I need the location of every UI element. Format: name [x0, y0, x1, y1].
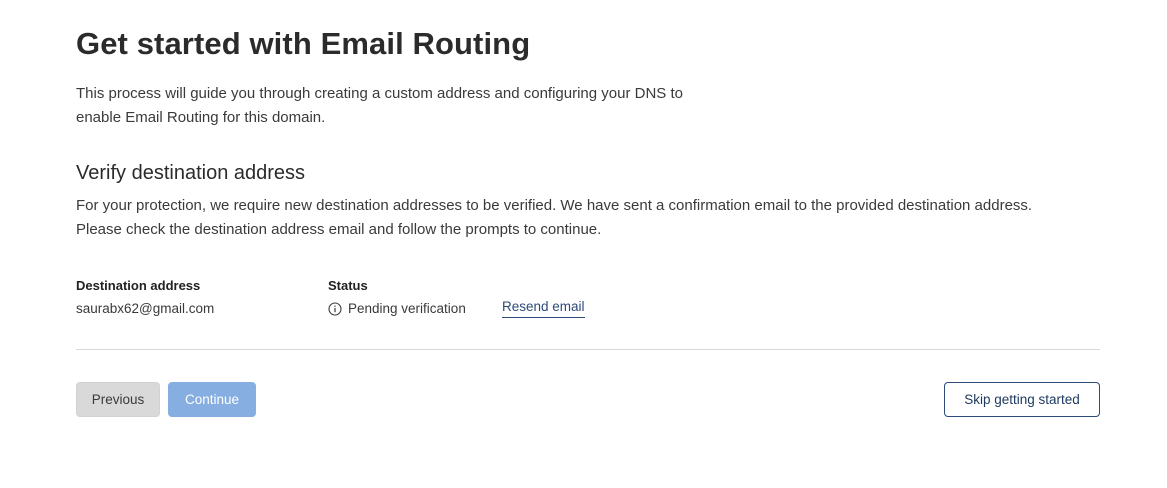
intro-line-2: enable Email Routing for this domain. — [76, 109, 326, 126]
divider — [76, 349, 1100, 350]
destination-address-label: Destination address — [76, 278, 201, 293]
verify-section-description: For your protection, we require new dest… — [76, 194, 1106, 242]
intro-line-1: This process will guide you through crea… — [76, 85, 683, 102]
status-label: Status — [328, 278, 368, 293]
page-title: Get started with Email Routing — [76, 26, 531, 61]
status-field: Status Pending verification — [328, 278, 466, 318]
destination-address-value: saurabx62@gmail.com — [76, 301, 215, 316]
verify-section-heading: Verify destination address — [76, 162, 306, 184]
status-value-row: Pending verification — [328, 300, 466, 318]
verify-desc-line-1: For your protection, we require new dest… — [76, 197, 1033, 214]
intro-text: This process will guide you through crea… — [76, 82, 736, 130]
continue-button[interactable]: Continue — [168, 382, 256, 417]
info-circle-icon — [328, 302, 342, 316]
status-value: Pending verification — [348, 301, 466, 316]
skip-getting-started-button[interactable]: Skip getting started — [944, 382, 1100, 417]
resend-email-link[interactable]: Resend email — [502, 298, 585, 318]
destination-address-field: Destination address saurabx62@gmail.com — [76, 278, 214, 318]
previous-button[interactable]: Previous — [76, 382, 160, 417]
verify-desc-line-2: Please check the destination address ema… — [76, 221, 602, 238]
